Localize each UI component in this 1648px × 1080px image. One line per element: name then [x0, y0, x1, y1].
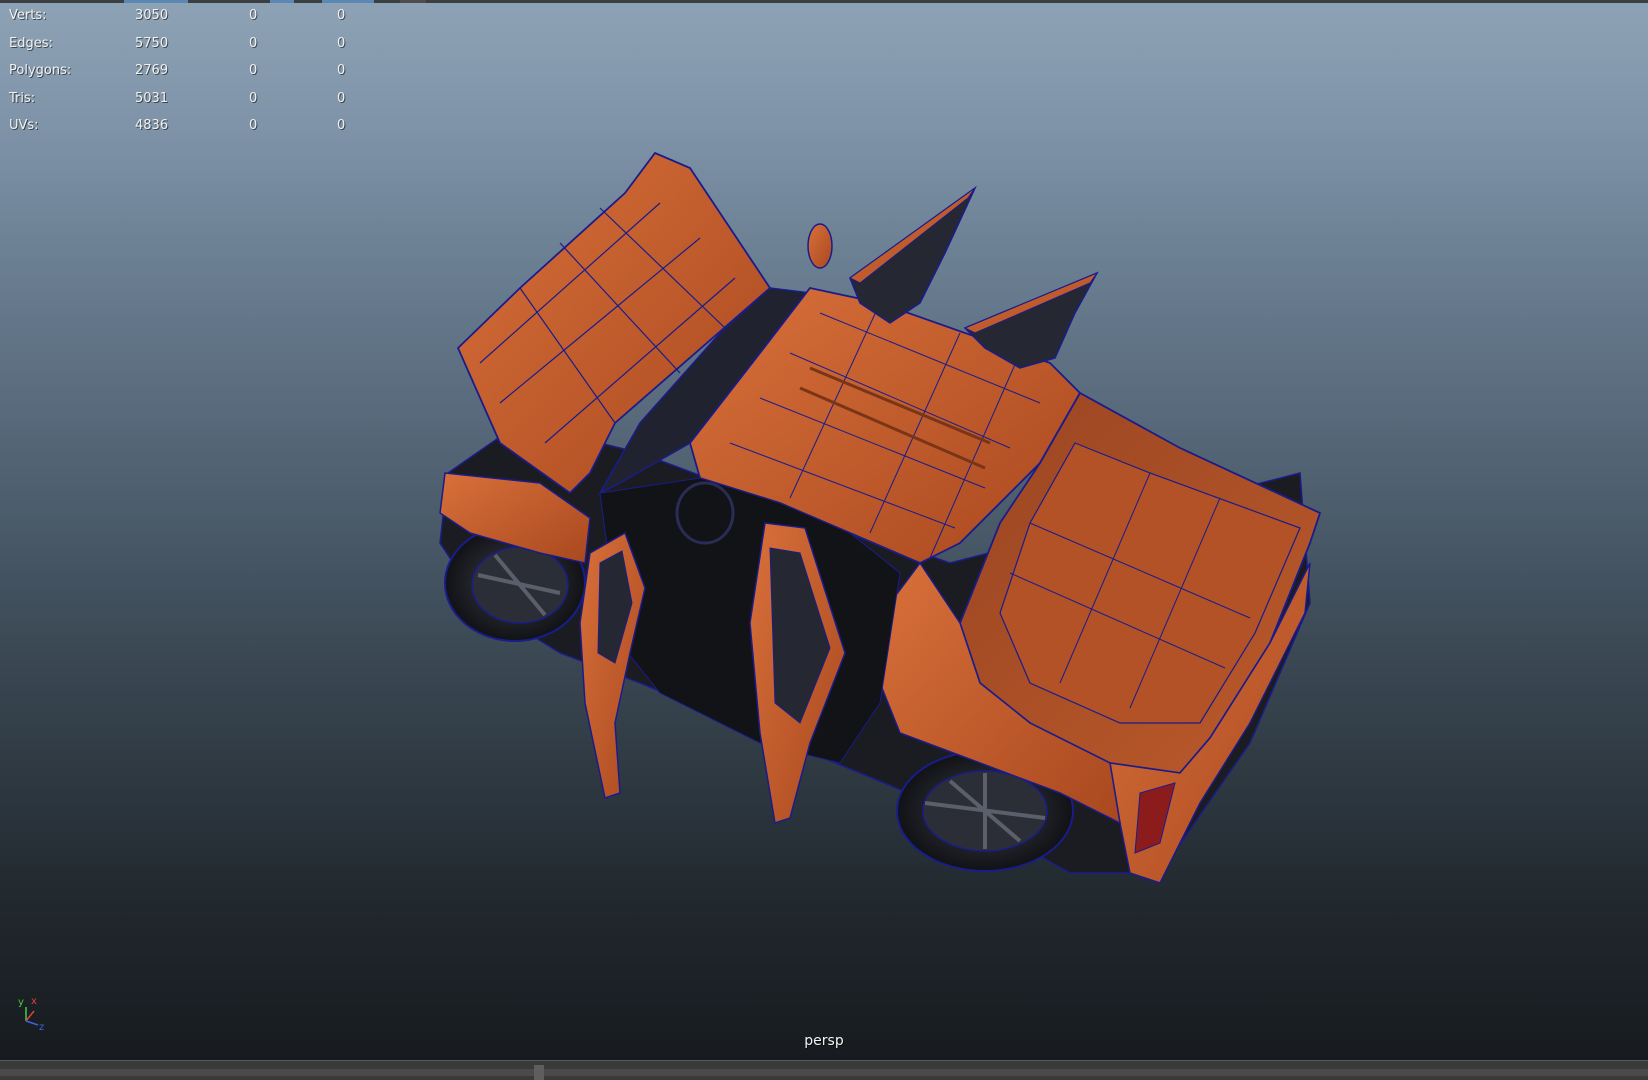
hud-label: Tris:	[9, 90, 36, 106]
hud-row-polygons: Polygons: 2769 0 0	[9, 61, 369, 89]
axis-z-line	[25, 1020, 39, 1026]
time-slider-track[interactable]	[0, 1069, 1648, 1076]
side-mirror	[807, 223, 833, 269]
hud-selected: 0	[249, 118, 258, 133]
hud-row-edges: Edges: 5750 0 0	[9, 34, 369, 62]
hud-selected: 0	[249, 63, 258, 78]
hud-label: Edges:	[9, 35, 53, 51]
axis-y-label: y	[18, 997, 24, 1008]
axis-gizmo-icon: y x z	[18, 996, 44, 1033]
hud-row-uvs: UVs: 4836 0 0	[9, 116, 369, 144]
perspective-viewport[interactable]: Verts: 3050 0 0 Edges: 5750 0 0 Polygons…	[0, 3, 1648, 1060]
truck-model[interactable]	[0, 3, 1648, 1060]
hud-selected: 0	[249, 35, 258, 51]
poly-count-hud: Verts: 3050 0 0 Edges: 5750 0 0 Polygons…	[9, 6, 369, 144]
hud-total: 4836	[135, 118, 169, 133]
axis-x-line	[25, 1010, 35, 1022]
hud-uv: 0	[337, 90, 346, 106]
maya-app-window: Verts: 3050 0 0 Edges: 5750 0 0 Polygons…	[0, 0, 1648, 1080]
time-slider-bar	[0, 1060, 1648, 1080]
hud-row-verts: Verts: 3050 0 0	[9, 6, 369, 34]
hud-row-tris: Tris: 5031 0 0	[9, 89, 369, 117]
hud-uv: 0	[337, 35, 346, 51]
hud-uv: 0	[337, 118, 346, 133]
hud-selected: 0	[249, 90, 258, 106]
hud-label: Polygons:	[9, 63, 72, 78]
hud-total: 5031	[135, 90, 169, 106]
axis-x-label: x	[31, 996, 37, 1007]
camera-name-label: persp	[804, 1033, 844, 1049]
time-slider-handle[interactable]	[534, 1065, 544, 1080]
hud-total: 3050	[135, 8, 169, 23]
hud-total: 2769	[135, 63, 169, 78]
hud-label: UVs:	[9, 118, 39, 133]
axis-z-label: z	[39, 1022, 44, 1033]
hud-selected: 0	[249, 8, 258, 23]
hud-uv: 0	[337, 63, 346, 78]
hud-uv: 0	[337, 8, 346, 23]
hud-label: Verts:	[9, 8, 47, 23]
hud-total: 5750	[135, 35, 169, 51]
open-door-top-front	[849, 185, 977, 324]
